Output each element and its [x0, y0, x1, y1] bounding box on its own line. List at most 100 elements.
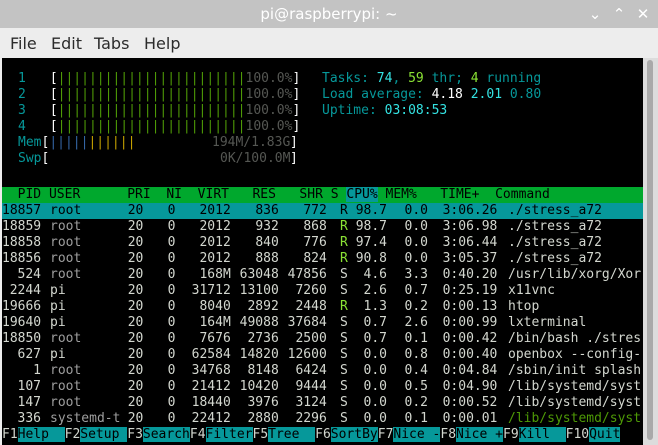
cell-user: root: [50, 363, 82, 378]
cpu-bar: ||||||||||||||||||||||||: [57, 71, 246, 86]
cell-s: R: [340, 219, 348, 234]
cell-time: 3:06.44: [442, 235, 498, 250]
cell-time: 0:25.19: [442, 283, 498, 298]
cell-pid: 18856: [2, 251, 42, 266]
meter-bracket: ]: [292, 103, 301, 118]
cell-cpu: 0.7: [363, 331, 387, 346]
cell-pid: 2244: [9, 283, 41, 298]
cell-mem: 3.3: [404, 267, 428, 282]
cell-time: 0:00.99: [442, 315, 498, 330]
cell-pri: 20: [127, 411, 144, 426]
table-row[interactable]: 19640 pi 20 0 164M 49088 37684 S 0.7 2.6 0:00.99 lx…: [2, 315, 643, 331]
fkey-f8[interactable]: F8: [440, 427, 456, 442]
table-row[interactable]: 19666 pi 20 0 8040 2892 2448 R 1.3 0.2 0:00.13 htop: [2, 299, 643, 315]
header-cpu-sort[interactable]: CPU%: [346, 187, 378, 202]
table-row[interactable]: 524 root 20 0 168M 63048 47856 S 4.6 3.3 0:40.20/u…: [2, 267, 643, 283]
table-row[interactable]: 18858 root 20 0 2012 840 776 R 97.4 0.0 3:06.44 ./s…: [2, 235, 643, 251]
meter-bracket: [: [42, 119, 58, 134]
cell-pid: 524: [17, 267, 41, 282]
menu-file[interactable]: File: [10, 34, 37, 53]
table-row[interactable]: 18859 root 20 0 2012 932 868 R 98.7 0.0 3:06.98 ./s…: [2, 219, 643, 235]
table-row[interactable]: 107 root 20 0 21412 10420 9444 S 0.0 0.5 0:04.90/l…: [2, 379, 643, 395]
cell-mem: 0.0: [404, 235, 428, 250]
cell-virt: 168M: [199, 267, 231, 282]
header-columns[interactable]: PID USER PRI NI VIRT RES SHR S: [2, 187, 346, 202]
close-icon[interactable]: ✕: [632, 3, 654, 25]
scrollbar-thumb[interactable]: [647, 60, 653, 440]
fkey-label[interactable]: Setup: [80, 427, 128, 442]
header-columns-rest[interactable]: MEM% TIME+ Command: [378, 187, 550, 202]
cell-cmd: /lib/systemd/syst: [508, 395, 642, 410]
cell-mem: 0.0: [404, 203, 428, 218]
fkey-f5[interactable]: F5: [253, 427, 269, 442]
fkey-f1[interactable]: F1: [2, 427, 18, 442]
cell-pri: 20: [127, 379, 144, 394]
cell-virt: 2012: [199, 235, 231, 250]
fkey-label[interactable]: Nice +: [456, 427, 503, 442]
table-row[interactable]: 2244 pi 20 0 31712 13100 7260 S 2.6 0.7 0:25.19 x11…: [2, 283, 643, 299]
cell-res: 3976: [247, 395, 279, 410]
maximize-icon[interactable]: ⌃: [608, 3, 630, 25]
menu-tabs[interactable]: Tabs: [94, 34, 129, 53]
cell-virt: 31712: [191, 283, 231, 298]
cell-pid: 19666: [2, 299, 42, 314]
table-row[interactable]: 147 root 20 0 18440 3976 3124 S 0.0 0.2 0:00.52/li…: [2, 395, 643, 411]
fkey-label[interactable]: Nice -: [393, 427, 441, 442]
cell-res: 836: [255, 203, 279, 218]
cell-s: R: [340, 203, 348, 218]
table-row[interactable]: 18856 root 20 0 2012 888 824 R 90.8 0.0 3:05.37 ./s…: [2, 251, 643, 267]
fkey-label[interactable]: Quit: [589, 427, 621, 442]
fkey-f6[interactable]: F6: [315, 427, 331, 442]
cell-shr: 776: [303, 235, 327, 250]
tasks-label: Tasks:: [322, 71, 377, 86]
fkey-f2[interactable]: F2: [65, 427, 81, 442]
cell-pri: 20: [127, 363, 144, 378]
cell-pri: 20: [127, 331, 144, 346]
mem-meter: Mem[||||||||||| 194M/1.83G]: [2, 135, 298, 151]
cpu-bar: ||||||||||||||||||||||||: [57, 103, 246, 118]
cell-pid: 18850: [2, 331, 42, 346]
cell-time: 0:00.13: [442, 299, 498, 314]
title-bar[interactable]: pi@raspberrypi: ~ ⌄ ⌃ ✕: [0, 0, 658, 28]
fkey-f7[interactable]: F7: [378, 427, 394, 442]
cpu-pct: 100.0%: [245, 87, 293, 102]
scrollbar[interactable]: [643, 58, 658, 445]
menu-help[interactable]: Help: [144, 34, 180, 53]
function-key-bar: F1Help F2Setup F3SearchF4FilterF5Tree F6…: [2, 427, 643, 443]
fkey-f3[interactable]: F3: [127, 427, 143, 442]
menu-edit[interactable]: Edit: [51, 34, 82, 53]
process-table-header[interactable]: PID USER PRI NI VIRT RES SHR S CPU% MEM%…: [2, 187, 643, 203]
cell-pri: 20: [127, 219, 144, 234]
cell-pri: 20: [127, 235, 144, 250]
cell-ni: 0: [167, 395, 176, 410]
cell-mem: 0.1: [404, 331, 428, 346]
fkey-label[interactable]: Help: [17, 427, 65, 442]
minimize-icon[interactable]: ⌄: [584, 3, 606, 25]
fkey-f9[interactable]: F9: [503, 427, 519, 442]
cell-cpu: 1.3: [363, 299, 387, 314]
table-row-selected[interactable]: 18857 root 20 0 2012 836 772 R 98.7 0.0 3:06.26 ./s…: [2, 203, 643, 219]
cell-time: 3:06.98: [442, 219, 498, 234]
fkey-label[interactable]: Filter: [205, 427, 253, 442]
table-row[interactable]: 1 root 20 0 34768 8148 6424 S 0.0 0.4 0:04.84/sbin…: [2, 363, 643, 379]
terminal-area[interactable]: 1 [||||||||||||||||||||||||100.0%] 2 [|||…: [2, 58, 643, 445]
fkey-label[interactable]: Kill: [518, 427, 566, 442]
fkey-f10[interactable]: F10: [566, 427, 589, 442]
cell-res: 888: [255, 251, 279, 266]
table-row[interactable]: 336 systemd-t 20 0 22412 2880 2296 S 0.0 0.1 0:00.…: [2, 411, 643, 427]
fkey-label[interactable]: Search: [142, 427, 190, 442]
cell-virt: 164M: [199, 315, 231, 330]
cell-s: S: [340, 267, 348, 282]
cell-user: pi: [50, 299, 66, 314]
fkey-label[interactable]: Tree: [268, 427, 316, 442]
table-row[interactable]: 18850 root 20 0 7676 2736 2500 S 0.7 0.1 0:00.42/b…: [2, 331, 643, 347]
cell-shr: 3124: [295, 395, 327, 410]
table-row[interactable]: 627 pi 20 0 62584 14820 12600 S 0.0 0.8 0:00.40 ope…: [2, 347, 643, 363]
cell-pri: 20: [127, 395, 144, 410]
fkey-f4[interactable]: F4: [190, 427, 206, 442]
cell-user: pi: [50, 347, 66, 362]
fkey-label[interactable]: SortBy: [330, 427, 378, 442]
cell-res: 2892: [247, 299, 279, 314]
cell-virt: 2012: [199, 251, 231, 266]
cell-s: S: [340, 379, 348, 394]
